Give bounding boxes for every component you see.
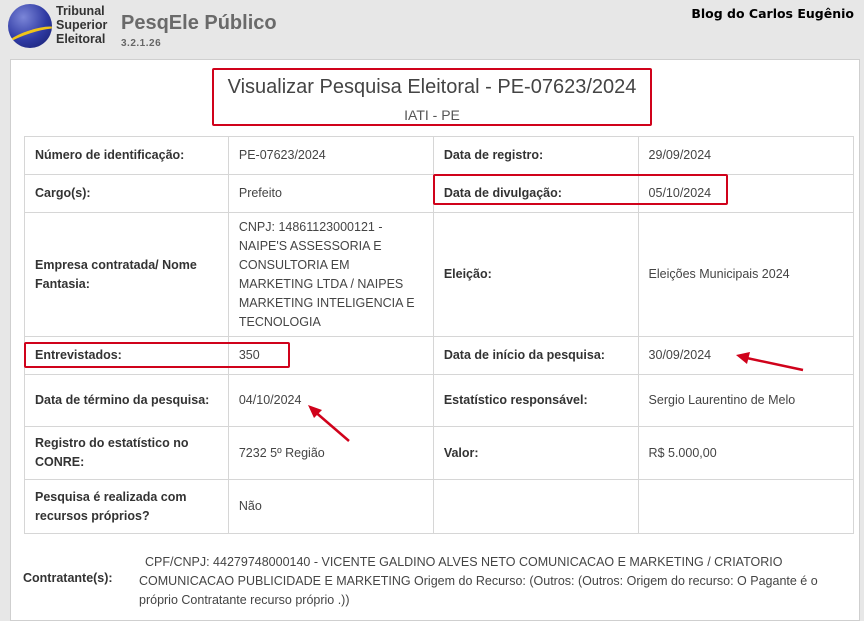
data-inicio-value: 30/09/2024 [637,336,855,375]
numero-value: PE-07623/2024 [227,136,434,175]
table-row: Cargo(s): Prefeito Data de divulgação: 0… [24,174,855,213]
survey-detail-panel: Visualizar Pesquisa Eleitoral - PE-07623… [10,59,860,621]
valor-label: Valor: [432,426,639,480]
app-header: Tribunal Superior Eleitoral PesqEle Públ… [0,0,864,58]
entrevistados-label: Entrevistados: [24,336,229,375]
numero-label: Número de identificação: [24,136,229,175]
data-divulgacao-label: Data de divulgação: [432,174,639,213]
page-title: Visualizar Pesquisa Eleitoral - PE-07623… [227,76,637,98]
contratante-label: Contratante(s): [23,571,113,585]
logo-line-3: Eleitoral [56,32,106,46]
blog-watermark: Blog do Carlos Eugênio [691,6,854,21]
data-termino-label: Data de término da pesquisa: [24,374,229,427]
estatistico-value: Sergio Laurentino de Melo [637,374,855,427]
empresa-value: CNPJ: 14861123000121 - NAIPE'S ASSESSORI… [227,212,434,337]
table-row: Data de término da pesquisa: 04/10/2024 … [24,374,855,427]
title-highlight-box: Visualizar Pesquisa Eleitoral - PE-07623… [212,68,652,126]
app-version: 3.2.1.26 [121,38,162,49]
eleicao-value: Eleições Municipais 2024 [637,212,855,337]
tse-logo-text: Tribunal Superior Eleitoral [56,4,107,46]
empty-cell [637,479,855,534]
data-inicio-label: Data de início da pesquisa: [432,336,639,375]
survey-info-table: Número de identificação: PE-07623/2024 D… [24,136,855,534]
table-row: Registro do estatístico no CONRE: 7232 5… [24,426,855,480]
cargo-label: Cargo(s): [24,174,229,213]
page-subtitle: IATI - PE [404,107,460,123]
empresa-label: Empresa contratada/ Nome Fantasia: [24,212,229,337]
recursos-proprios-value: Não [227,479,434,534]
registro-conre-label: Registro do estatístico no CONRE: [24,426,229,480]
contratante-value: CPF/CNPJ: 44279748000140 - VICENTE GALDI… [139,555,818,607]
eleicao-label: Eleição: [432,212,639,337]
logo-line-1: Tribunal [56,4,105,18]
table-row: Pesquisa é realizada com recursos própri… [24,479,855,534]
valor-value: R$ 5.000,00 [637,426,855,480]
data-registro-value: 29/09/2024 [637,136,855,175]
data-divulgacao-value: 05/10/2024 [637,174,855,213]
empty-cell [432,479,639,534]
data-termino-value: 04/10/2024 [227,374,434,427]
registro-conre-value: 7232 5º Região [227,426,434,480]
tse-logo-icon [8,4,52,48]
estatistico-label: Estatístico responsável: [432,374,639,427]
table-row: Número de identificação: PE-07623/2024 D… [24,136,855,175]
recursos-proprios-label: Pesquisa é realizada com recursos própri… [24,479,229,534]
data-registro-label: Data de registro: [432,136,639,175]
entrevistados-value: 350 [227,336,434,375]
cargo-value: Prefeito [227,174,434,213]
table-row: Entrevistados: 350 Data de início da pes… [24,336,855,375]
logo-line-2: Superior [56,18,108,32]
app-title: PesqEle Público [121,12,277,34]
table-row: Empresa contratada/ Nome Fantasia: CNPJ:… [24,212,855,337]
